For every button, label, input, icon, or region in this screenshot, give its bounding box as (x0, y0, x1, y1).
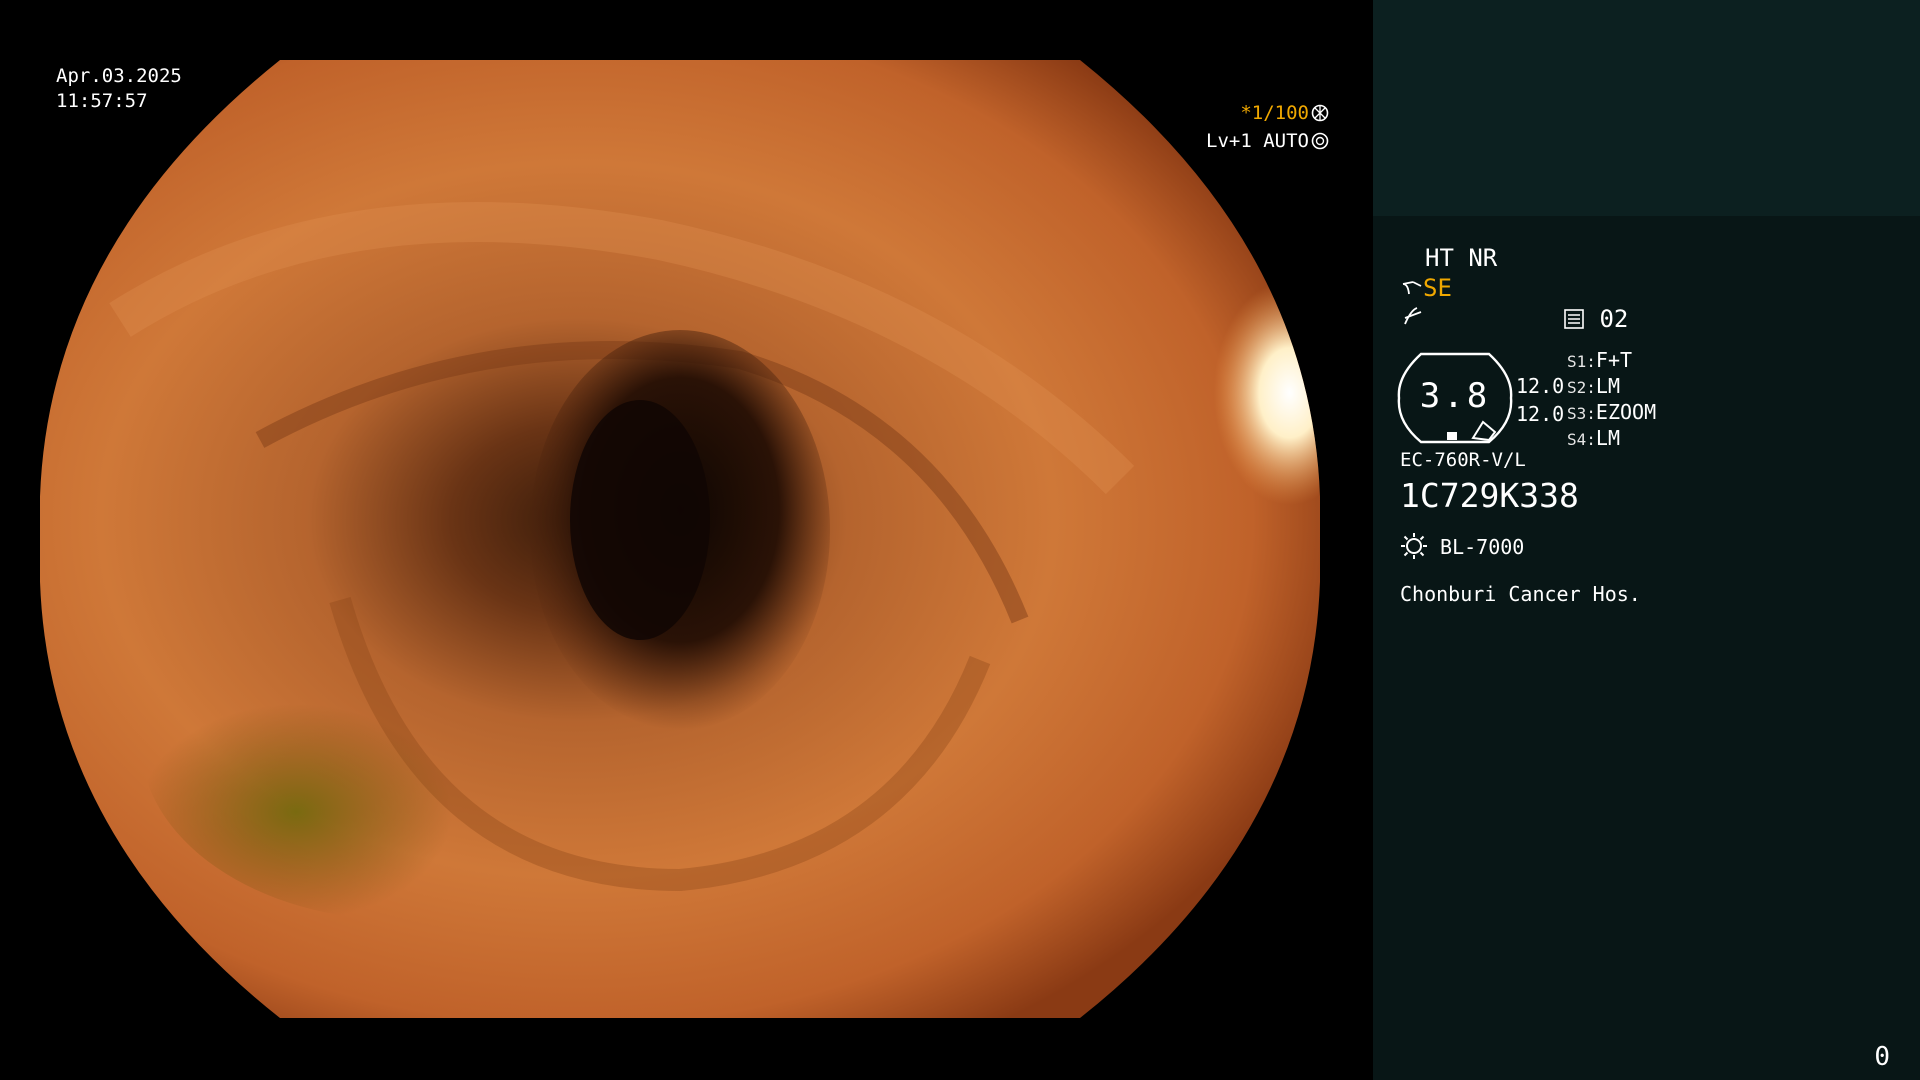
exposure-info: *1/100 Lv+1 AUTO (1206, 99, 1329, 155)
datetime-display: Apr.03.2025 11:57:57 (56, 64, 182, 114)
brightness-value-1: 12.0 (1516, 374, 1565, 398)
light-source-row: BL-7000 (1400, 532, 1524, 560)
color-mode-row: 02 (1563, 305, 1628, 333)
lens-value: 3.8 (1419, 376, 1491, 416)
switch-key: S1: (1567, 352, 1596, 371)
switch-key: S4: (1567, 430, 1596, 449)
switch-value: LM (1595, 374, 1620, 398)
switch-value: EZOOM (1595, 400, 1657, 424)
enhance-row: SE (1401, 274, 1452, 302)
serial-number: 1C729K338 (1400, 476, 1579, 515)
switch-value: LM (1595, 426, 1620, 450)
mode-label: HT NR (1425, 244, 1498, 272)
switch-list: S1:F+T S2:LM S3:EZOOM S4:LM (1567, 348, 1656, 452)
patient-info-block (1373, 0, 1920, 216)
lamp-icon (1400, 533, 1428, 559)
iris-icon (1311, 130, 1329, 150)
switch-row: S1:F+T (1567, 348, 1656, 374)
lens-badge: 3.8 (1397, 352, 1513, 444)
switch-row: S4:LM (1567, 426, 1656, 452)
color-mode-icon (1563, 305, 1585, 333)
time-text: 11:57:57 (56, 90, 148, 112)
level-row: Lv+1 AUTO (1206, 127, 1329, 155)
brightness-values: 12.0 12.0 (1516, 372, 1564, 428)
brightness-value-2: 12.0 (1516, 402, 1565, 426)
enhance-label: SE (1423, 274, 1452, 302)
endoscope-image (40, 60, 1320, 1018)
switch-row: S3:EZOOM (1567, 400, 1656, 426)
lightning-icon (1403, 306, 1423, 334)
light-source-model: BL-7000 (1440, 535, 1525, 559)
shutter-speed: *1/100 (1240, 102, 1309, 124)
date-text: Apr.03.2025 (56, 65, 182, 87)
shutter-row: *1/100 (1206, 99, 1329, 127)
switch-key: S2: (1567, 378, 1596, 397)
hospital-name: Chonburi Cancer Hos. (1400, 582, 1641, 606)
switch-row: S2:LM (1567, 374, 1656, 400)
aperture-icon (1311, 102, 1329, 122)
switch-key: S3: (1567, 404, 1596, 423)
exposure-level: Lv+1 AUTO (1206, 130, 1309, 152)
scope-icon (1401, 274, 1423, 302)
color-mode-value: 02 (1599, 305, 1629, 333)
scope-model: EC-760R-V/L (1400, 449, 1526, 471)
endoscope-display: Apr.03.2025 11:57:57 *1/100 Lv+1 AUTO (0, 0, 1373, 1080)
image-counter: 0 (1874, 1042, 1890, 1072)
endoscopy-image (40, 60, 1320, 1018)
switch-value: F+T (1595, 348, 1633, 372)
info-panel: HT NR SE 02 3.8 12.0 12.0 S1:F+T S2:LM S… (1373, 0, 1920, 1080)
